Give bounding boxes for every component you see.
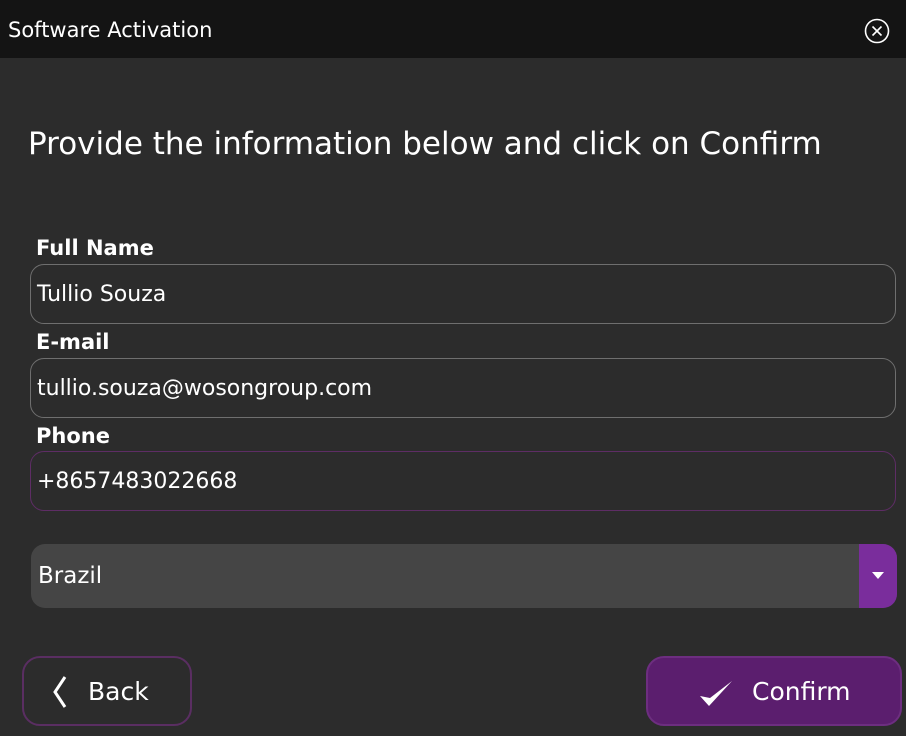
phone-value: +8657483022668 bbox=[37, 468, 238, 494]
window-title: Software Activation bbox=[8, 18, 213, 42]
chevron-left-icon bbox=[53, 676, 67, 708]
country-select[interactable]: Brazil bbox=[31, 544, 897, 608]
chevron-down-icon bbox=[872, 572, 884, 579]
full-name-field[interactable]: Tullio Souza bbox=[30, 264, 896, 324]
back-button[interactable]: Back bbox=[22, 656, 192, 726]
title-bar: Software Activation bbox=[0, 0, 906, 58]
confirm-label: Confirm bbox=[752, 677, 851, 706]
close-circle-icon bbox=[864, 18, 890, 44]
back-label: Back bbox=[88, 677, 149, 706]
full-name-label: Full Name bbox=[36, 236, 154, 260]
country-value: Brazil bbox=[38, 563, 103, 589]
phone-field[interactable]: +8657483022668 bbox=[30, 451, 896, 511]
phone-label: Phone bbox=[36, 424, 110, 448]
dropdown-toggle[interactable] bbox=[859, 544, 897, 608]
checkmark-icon bbox=[700, 681, 732, 706]
email-value: tullio.souza@wosongroup.com bbox=[37, 375, 373, 401]
confirm-button[interactable]: Confirm bbox=[646, 656, 902, 726]
instruction-text: Provide the information below and click … bbox=[28, 126, 822, 162]
email-field[interactable]: tullio.souza@wosongroup.com bbox=[30, 358, 896, 418]
activation-window: Software Activation Provide the informat… bbox=[0, 0, 906, 736]
email-label: E-mail bbox=[36, 330, 110, 354]
close-button[interactable] bbox=[864, 18, 890, 44]
full-name-value: Tullio Souza bbox=[37, 281, 167, 307]
